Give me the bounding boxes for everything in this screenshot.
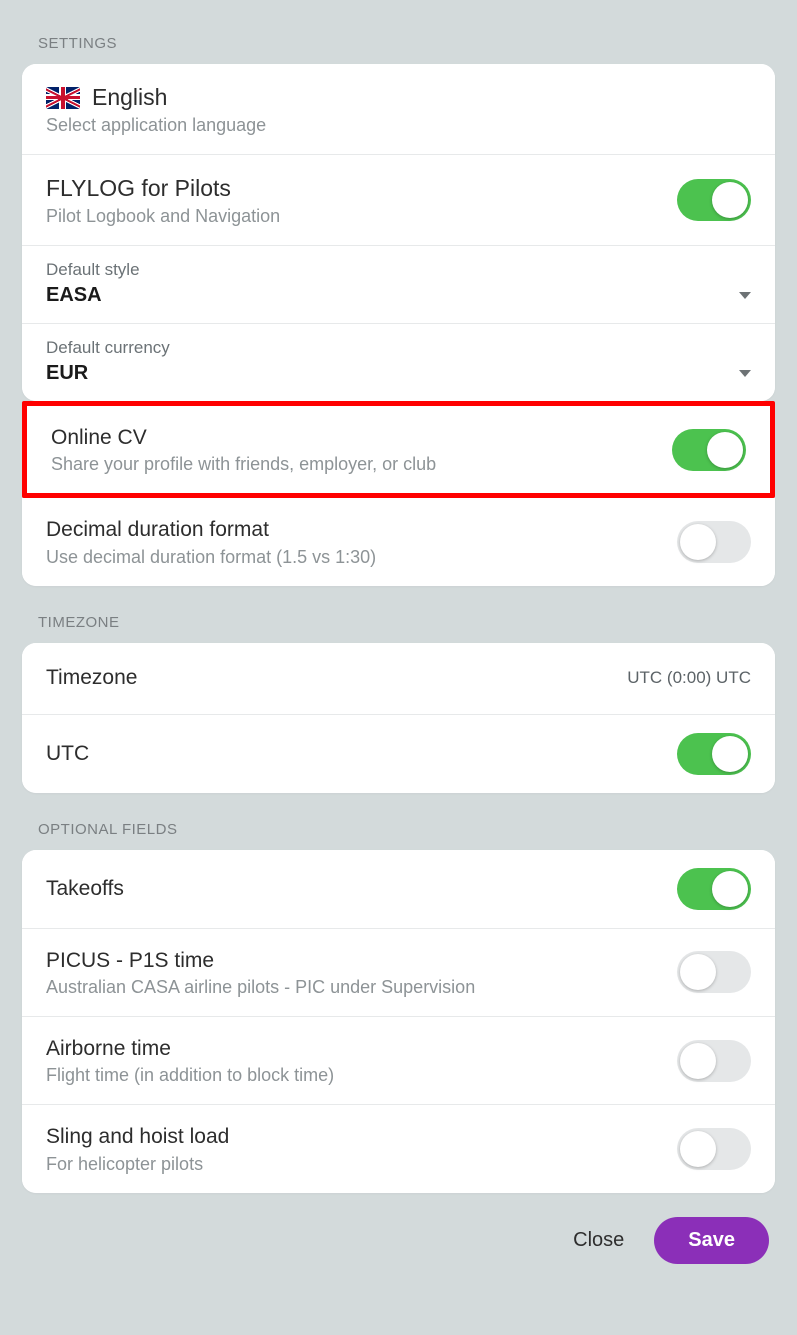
- picus-sub: Australian CASA airline pilots - PIC und…: [46, 977, 677, 998]
- decimal-title: Decimal duration format: [46, 516, 677, 544]
- timezone-card: Timezone UTC (0:00) UTC UTC: [22, 643, 775, 793]
- settings-card-2: Decimal duration format Use decimal dura…: [22, 498, 775, 585]
- section-header-settings: SETTINGS: [0, 0, 797, 64]
- takeoffs-title: Takeoffs: [46, 875, 677, 903]
- language-title: English: [92, 82, 167, 113]
- picus-title: PICUS - P1S time: [46, 947, 677, 975]
- close-button[interactable]: Close: [573, 1229, 624, 1252]
- takeoffs-toggle[interactable]: [677, 868, 751, 910]
- timezone-title: Timezone: [46, 664, 627, 692]
- online-cv-toggle[interactable]: [672, 429, 746, 471]
- decimal-toggle[interactable]: [677, 521, 751, 563]
- sling-title: Sling and hoist load: [46, 1123, 677, 1151]
- language-sub: Select application language: [46, 115, 751, 136]
- decimal-row: Decimal duration format Use decimal dura…: [22, 498, 775, 585]
- airborne-toggle[interactable]: [677, 1040, 751, 1082]
- airborne-sub: Flight time (in addition to block time): [46, 1065, 677, 1086]
- default-style-value: EASA: [46, 284, 102, 307]
- timezone-row[interactable]: Timezone UTC (0:00) UTC: [22, 643, 775, 715]
- flylog-title: FLYLOG for Pilots: [46, 173, 677, 204]
- language-row[interactable]: English Select application language: [22, 64, 775, 155]
- utc-row: UTC: [22, 715, 775, 793]
- airborne-row: Airborne time Flight time (in addition t…: [22, 1017, 775, 1105]
- sling-row: Sling and hoist load For helicopter pilo…: [22, 1105, 775, 1192]
- default-currency-row[interactable]: Default currency EUR: [22, 324, 775, 401]
- online-cv-highlight: Online CV Share your profile with friend…: [22, 401, 775, 498]
- footer-actions: Close Save: [0, 1193, 797, 1274]
- airborne-title: Airborne time: [46, 1035, 677, 1063]
- default-currency-value: EUR: [46, 362, 88, 385]
- picus-row: PICUS - P1S time Australian CASA airline…: [22, 929, 775, 1017]
- uk-flag-icon: [46, 87, 80, 109]
- online-cv-title: Online CV: [51, 424, 672, 452]
- default-style-row[interactable]: Default style EASA: [22, 246, 775, 324]
- default-style-label: Default style: [46, 260, 751, 280]
- timezone-value: UTC (0:00) UTC: [627, 668, 751, 688]
- section-header-timezone: TIMEZONE: [0, 586, 797, 643]
- section-header-optional: OPTIONAL FIELDS: [0, 793, 797, 850]
- online-cv-row: Online CV Share your profile with friend…: [27, 406, 770, 493]
- settings-card: English Select application language FLYL…: [22, 64, 775, 401]
- utc-toggle[interactable]: [677, 733, 751, 775]
- save-button[interactable]: Save: [654, 1217, 769, 1264]
- flylog-toggle[interactable]: [677, 179, 751, 221]
- default-currency-label: Default currency: [46, 338, 751, 358]
- picus-toggle[interactable]: [677, 951, 751, 993]
- flylog-sub: Pilot Logbook and Navigation: [46, 206, 677, 227]
- decimal-sub: Use decimal duration format (1.5 vs 1:30…: [46, 547, 677, 568]
- sling-toggle[interactable]: [677, 1128, 751, 1170]
- flylog-row: FLYLOG for Pilots Pilot Logbook and Navi…: [22, 155, 775, 246]
- online-cv-sub: Share your profile with friends, employe…: [51, 454, 672, 475]
- chevron-down-icon: [739, 292, 751, 299]
- chevron-down-icon: [739, 370, 751, 377]
- utc-title: UTC: [46, 740, 677, 768]
- sling-sub: For helicopter pilots: [46, 1154, 677, 1175]
- optional-card: Takeoffs PICUS - P1S time Australian CAS…: [22, 850, 775, 1193]
- takeoffs-row: Takeoffs: [22, 850, 775, 929]
